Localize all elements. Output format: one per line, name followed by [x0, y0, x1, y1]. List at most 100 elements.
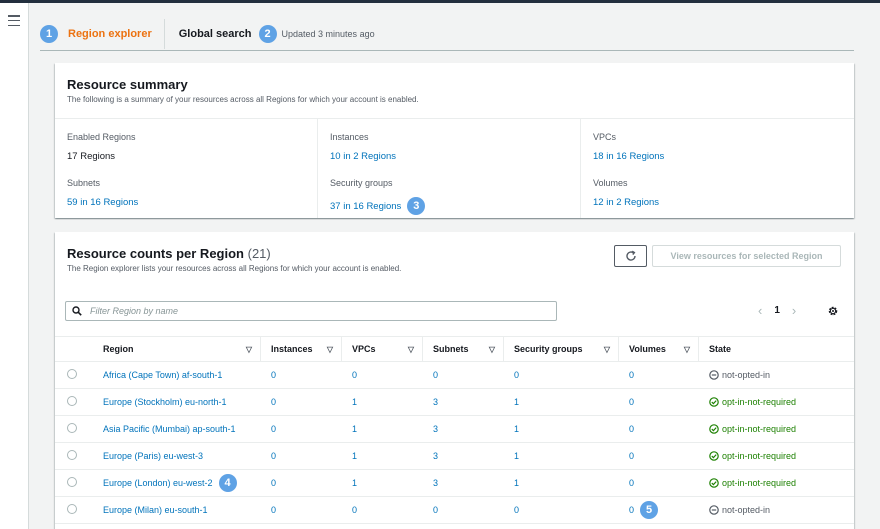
state-text: not-opted-in: [722, 370, 771, 380]
security-groups-count[interactable]: 1: [514, 424, 519, 434]
minus-circle-icon: [709, 370, 719, 380]
vpcs-count[interactable]: 1: [352, 397, 357, 407]
summary-label: Instances: [330, 132, 369, 142]
instances-count[interactable]: 0: [271, 424, 276, 434]
row-select-radio[interactable]: [67, 396, 77, 406]
row-select-radio[interactable]: [67, 504, 77, 514]
row-select-radio[interactable]: [67, 450, 77, 460]
volumes-count[interactable]: 0: [629, 424, 634, 434]
region-link[interactable]: Europe (London) eu-west-2: [103, 478, 213, 488]
volumes-count[interactable]: 0: [629, 478, 634, 488]
tab-global-search[interactable]: Global search 2 Updated 3 minutes ago: [165, 19, 375, 49]
table-row[interactable]: Asia Pacific (Mumbai) ap-south-1 0 1 3 1…: [55, 415, 854, 443]
column-header-region[interactable]: Region ▽: [93, 336, 261, 362]
column-header-vpcs[interactable]: VPCs ▽: [342, 336, 423, 362]
table-row[interactable]: Europe (Paris) eu-west-3 0 1 3 1 0 opt-i…: [55, 442, 854, 470]
security-groups-count[interactable]: 1: [514, 451, 519, 461]
resource-counts-panel: Resource counts per Region (21) The Regi…: [55, 232, 854, 529]
vpcs-count[interactable]: 0: [352, 505, 357, 515]
state-cell: not-opted-in: [709, 370, 844, 380]
region-link[interactable]: Europe (Paris) eu-west-3: [103, 451, 203, 461]
security-groups-link[interactable]: 37 in 16 Regions: [330, 201, 401, 212]
column-header-instances[interactable]: Instances ▽: [261, 336, 342, 362]
subnets-count[interactable]: 0: [433, 505, 438, 515]
panel-title: Resource summary: [67, 77, 188, 92]
sort-caret-icon: ▽: [683, 344, 690, 354]
instances-count[interactable]: 0: [271, 478, 276, 488]
gear-icon[interactable]: [827, 305, 839, 317]
sort-caret-icon: ▽: [407, 344, 414, 354]
row-select-radio[interactable]: [67, 369, 77, 379]
security-groups-count[interactable]: 1: [514, 397, 519, 407]
table-row[interactable]: Europe (London) eu-west-2 4 0 1 3 1 0 opt…: [55, 469, 854, 497]
vpcs-count[interactable]: 1: [352, 451, 357, 461]
tab-bar: 1 Region explorer Global search 2 Update…: [40, 18, 854, 51]
row-select-radio[interactable]: [67, 477, 77, 487]
subnets-count[interactable]: 3: [433, 478, 438, 488]
tab-label: Region explorer: [68, 28, 152, 40]
summary-value: 17 Regions: [67, 151, 116, 162]
check-circle-icon: [709, 451, 719, 461]
region-link[interactable]: Africa (Cape Town) af-south-1: [103, 370, 222, 380]
state-cell: not-opted-in: [709, 505, 844, 515]
search-icon: [72, 306, 82, 316]
vpcs-count[interactable]: 1: [352, 424, 357, 434]
volumes-count[interactable]: 0: [629, 505, 634, 515]
security-groups-count[interactable]: 0: [514, 370, 519, 380]
subnets-link[interactable]: 59 in 16 Regions: [67, 197, 138, 208]
region-link[interactable]: Asia Pacific (Mumbai) ap-south-1: [103, 424, 236, 434]
subnets-count[interactable]: 3: [433, 397, 438, 407]
summary-label: VPCs: [593, 132, 617, 142]
callout-badge: 5: [640, 501, 659, 519]
subnets-count[interactable]: 3: [433, 451, 438, 461]
volumes-link[interactable]: 12 in 2 Regions: [593, 197, 659, 208]
state-cell: opt-in-not-required: [709, 451, 844, 461]
summary-instances: Instances 10 in 2 Regions: [330, 132, 396, 162]
instances-link[interactable]: 10 in 2 Regions: [330, 151, 396, 162]
minus-circle-icon: [709, 505, 719, 515]
instances-count[interactable]: 0: [271, 370, 276, 380]
menu-icon[interactable]: [8, 15, 20, 26]
subnets-count[interactable]: 0: [433, 370, 438, 380]
summary-subnets: Subnets 59 in 16 Regions: [67, 178, 138, 208]
tab-region-explorer[interactable]: 1 Region explorer: [40, 19, 165, 49]
table-row[interactable]: Europe (Stockholm) eu-north-1 0 1 3 1 0 …: [55, 388, 854, 416]
table-row[interactable]: Europe (Milan) eu-south-1 0 0 0 0 05 not…: [55, 496, 854, 524]
current-page[interactable]: 1: [774, 305, 780, 316]
volumes-count[interactable]: 0: [629, 397, 634, 407]
column-header-subnets[interactable]: Subnets ▽: [423, 336, 504, 362]
region-link[interactable]: Europe (Milan) eu-south-1: [103, 505, 208, 515]
table-row[interactable]: Africa (Cape Town) af-south-1 0 0 0 0 0 …: [55, 361, 854, 389]
column-header-volumes[interactable]: Volumes ▽: [619, 336, 699, 362]
vpcs-count[interactable]: 0: [352, 370, 357, 380]
sort-caret-icon: ▽: [488, 344, 495, 354]
instances-count[interactable]: 0: [271, 397, 276, 407]
instances-count[interactable]: 0: [271, 451, 276, 461]
callout-badge: 4: [218, 474, 237, 492]
side-navigation-rail: [0, 3, 29, 529]
counts-title-text: Resource counts per Region: [67, 246, 244, 261]
filter-region-input[interactable]: [88, 305, 528, 317]
vpcs-link[interactable]: 18 in 16 Regions: [593, 151, 664, 162]
next-page-icon[interactable]: ›: [792, 303, 796, 318]
volumes-count[interactable]: 0: [629, 451, 634, 461]
vpcs-count[interactable]: 1: [352, 478, 357, 488]
row-select-radio[interactable]: [67, 423, 77, 433]
column-header-security-groups[interactable]: Security groups ▽: [504, 336, 619, 362]
callout-badge: 2: [258, 25, 277, 43]
security-groups-count[interactable]: 0: [514, 505, 519, 515]
instances-count[interactable]: 0: [271, 505, 276, 515]
summary-label: Subnets: [67, 178, 101, 188]
column-header-state[interactable]: State: [699, 336, 854, 362]
check-circle-icon: [709, 478, 719, 488]
subnets-count[interactable]: 3: [433, 424, 438, 434]
previous-page-icon[interactable]: ‹: [758, 303, 762, 318]
sort-caret-icon: ▽: [245, 344, 252, 354]
refresh-button[interactable]: [614, 245, 647, 267]
security-groups-count[interactable]: 1: [514, 478, 519, 488]
region-link[interactable]: Europe (Stockholm) eu-north-1: [103, 397, 227, 407]
updated-timestamp: Updated 3 minutes ago: [281, 29, 375, 39]
volumes-count[interactable]: 0: [629, 370, 634, 380]
sort-caret-icon: ▽: [603, 344, 610, 354]
view-resources-button[interactable]: View resources for selected Region: [652, 245, 841, 267]
